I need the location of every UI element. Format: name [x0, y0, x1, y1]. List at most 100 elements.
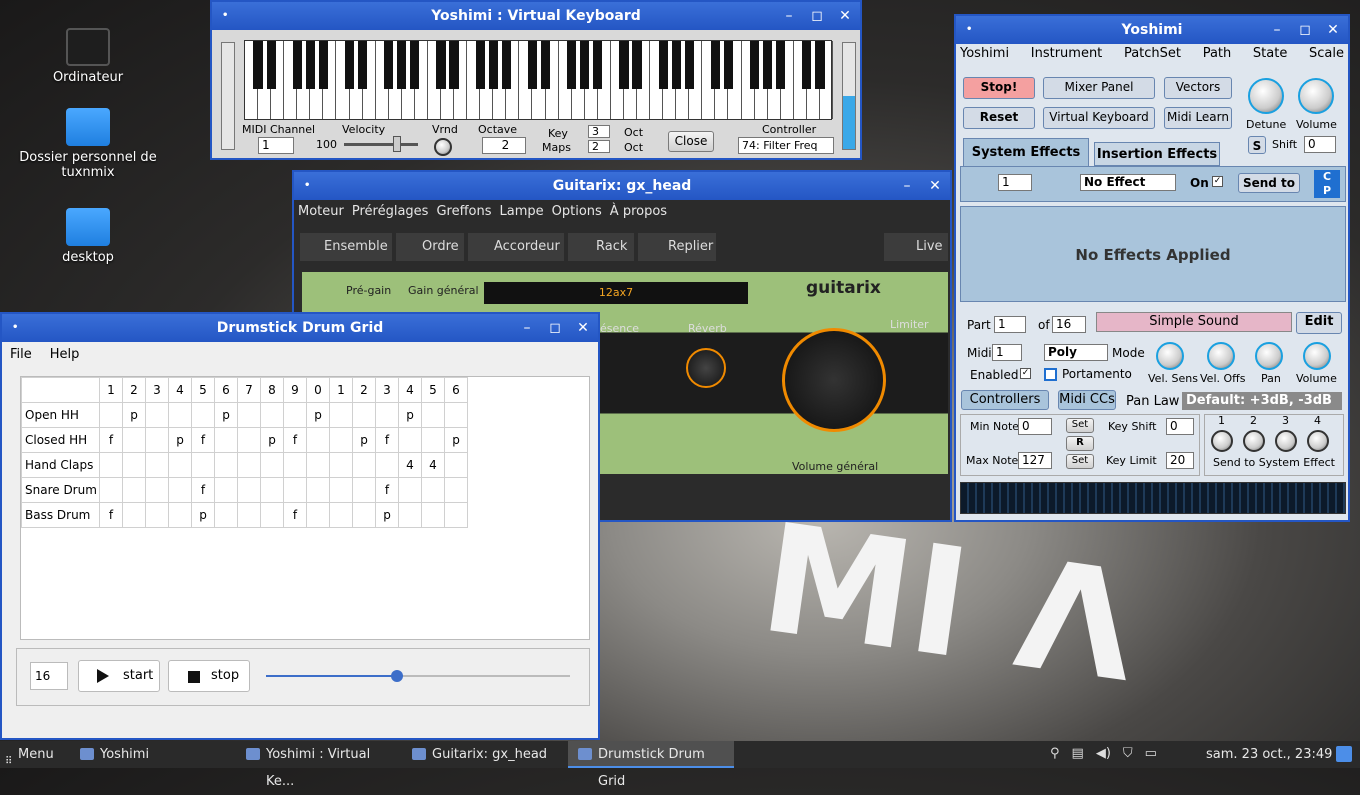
- menu-scale[interactable]: Scale: [1309, 46, 1344, 68]
- tempo-slider[interactable]: [266, 670, 570, 682]
- start-button[interactable]: start: [78, 660, 160, 692]
- security-icon[interactable]: ⛉: [1123, 746, 1133, 761]
- portamento-checkbox[interactable]: [1044, 368, 1057, 381]
- desktop-icon-desktop[interactable]: desktop: [18, 208, 158, 265]
- vel-sens-knob[interactable]: [1156, 342, 1184, 370]
- menu-moteur[interactable]: Moteur: [298, 204, 344, 219]
- send-knob-1[interactable]: [1211, 430, 1233, 452]
- grid-cell[interactable]: [99, 477, 123, 503]
- c-button[interactable]: C: [1314, 170, 1340, 184]
- reset-button[interactable]: Reset: [963, 107, 1035, 129]
- send-to-button[interactable]: Send to: [1238, 173, 1300, 193]
- black-key[interactable]: [763, 41, 773, 89]
- grid-cell[interactable]: [352, 452, 376, 478]
- octave-spin[interactable]: 2: [482, 137, 526, 154]
- menu-lampe[interactable]: Lampe: [500, 204, 544, 219]
- black-key[interactable]: [684, 41, 694, 89]
- grid-cell[interactable]: [421, 502, 445, 528]
- black-key[interactable]: [397, 41, 407, 89]
- maximize-icon[interactable]: ◻: [1298, 16, 1312, 44]
- grid-cell[interactable]: [329, 427, 353, 453]
- black-key[interactable]: [802, 41, 812, 89]
- grid-cell[interactable]: [214, 452, 238, 478]
- drumgrid-titlebar[interactable]: • Drumstick Drum Grid – ◻ ✕: [2, 314, 598, 342]
- grid-cell[interactable]: [444, 402, 468, 428]
- grid-cell[interactable]: 4: [398, 452, 422, 478]
- black-key[interactable]: [318, 41, 328, 89]
- menu-file[interactable]: File: [10, 347, 32, 362]
- grid-cell[interactable]: [329, 402, 353, 428]
- grid-cell[interactable]: [352, 502, 376, 528]
- mod-wheel[interactable]: [842, 42, 856, 150]
- part-spin[interactable]: 1: [994, 316, 1026, 333]
- black-key[interactable]: [671, 41, 681, 89]
- minimize-icon[interactable]: –: [1270, 16, 1284, 44]
- black-key[interactable]: [815, 41, 825, 89]
- grid-cell[interactable]: [260, 477, 284, 503]
- piano-keyboard[interactable]: [244, 40, 833, 120]
- grid-cell[interactable]: [329, 477, 353, 503]
- maps-octave-spin[interactable]: 2: [588, 140, 610, 153]
- black-key[interactable]: [292, 41, 302, 89]
- grid-cell[interactable]: [168, 402, 192, 428]
- grid-cell[interactable]: [306, 502, 330, 528]
- black-key[interactable]: [593, 41, 603, 89]
- vectors-button[interactable]: Vectors: [1164, 77, 1232, 99]
- guitarix-titlebar[interactable]: • Guitarix: gx_head – ✕: [294, 172, 950, 200]
- grid-cell[interactable]: [237, 477, 261, 503]
- grid-cell[interactable]: [421, 402, 445, 428]
- black-key[interactable]: [384, 41, 394, 89]
- close-icon[interactable]: ✕: [928, 172, 942, 200]
- midi-spin[interactable]: 1: [992, 344, 1022, 361]
- menu-state[interactable]: State: [1253, 46, 1287, 68]
- grid-cell[interactable]: [122, 427, 146, 453]
- send-knob-3[interactable]: [1275, 430, 1297, 452]
- menu-help[interactable]: Help: [50, 347, 80, 362]
- grid-cell[interactable]: [237, 402, 261, 428]
- task-drumgrid[interactable]: Drumstick Drum Grid: [568, 741, 734, 789]
- grid-cell[interactable]: [237, 427, 261, 453]
- of-spin[interactable]: 16: [1052, 316, 1086, 333]
- tempo-slider-handle[interactable]: [390, 670, 403, 682]
- detune-knob[interactable]: [1248, 78, 1284, 114]
- vkeyboard-titlebar[interactable]: • Yoshimi : Virtual Keyboard – ◻ ✕: [212, 2, 860, 30]
- toolbar-accordeur[interactable]: Accordeur: [468, 233, 564, 261]
- grid-cell[interactable]: [352, 477, 376, 503]
- grid-cell[interactable]: f: [283, 502, 307, 528]
- grid-cell[interactable]: [168, 452, 192, 478]
- midi-channel-spin[interactable]: 1: [258, 137, 294, 154]
- grid-cell[interactable]: [214, 427, 238, 453]
- grid-cell[interactable]: [375, 452, 399, 478]
- grid-cell[interactable]: [283, 477, 307, 503]
- menu-path[interactable]: Path: [1203, 46, 1232, 68]
- grid-cell[interactable]: [260, 452, 284, 478]
- black-key[interactable]: [449, 41, 459, 89]
- grid-cell[interactable]: [352, 402, 376, 428]
- grid-cell[interactable]: p: [444, 427, 468, 453]
- black-key[interactable]: [410, 41, 420, 89]
- task-guitarix[interactable]: Guitarix: gx_head: [402, 741, 566, 768]
- shift-spin[interactable]: 0: [1304, 136, 1336, 153]
- yoshimi-titlebar[interactable]: • Yoshimi – ◻ ✕: [956, 16, 1348, 44]
- master-volume-knob[interactable]: [782, 328, 886, 432]
- grid-cell[interactable]: p: [398, 402, 422, 428]
- grid-cell[interactable]: [306, 452, 330, 478]
- black-key[interactable]: [358, 41, 368, 89]
- grid-cell[interactable]: [329, 502, 353, 528]
- volume-icon[interactable]: ◀): [1096, 746, 1111, 761]
- p-button[interactable]: P: [1314, 184, 1340, 198]
- black-key[interactable]: [436, 41, 446, 89]
- grid-cell[interactable]: [214, 502, 238, 528]
- grid-cell[interactable]: [191, 452, 215, 478]
- close-icon[interactable]: ✕: [838, 2, 852, 30]
- grid-cell[interactable]: p: [122, 402, 146, 428]
- menu-instrument[interactable]: Instrument: [1031, 46, 1103, 68]
- r-button[interactable]: R: [1066, 436, 1094, 451]
- grid-cell[interactable]: [237, 502, 261, 528]
- black-key[interactable]: [750, 41, 760, 89]
- pattern-length-spin[interactable]: 16: [30, 662, 68, 690]
- preset-display[interactable]: 12ax7: [484, 282, 748, 304]
- grid-cell[interactable]: [306, 477, 330, 503]
- controller-select[interactable]: 74: Filter Freq: [738, 137, 834, 154]
- grid-cell[interactable]: p: [352, 427, 376, 453]
